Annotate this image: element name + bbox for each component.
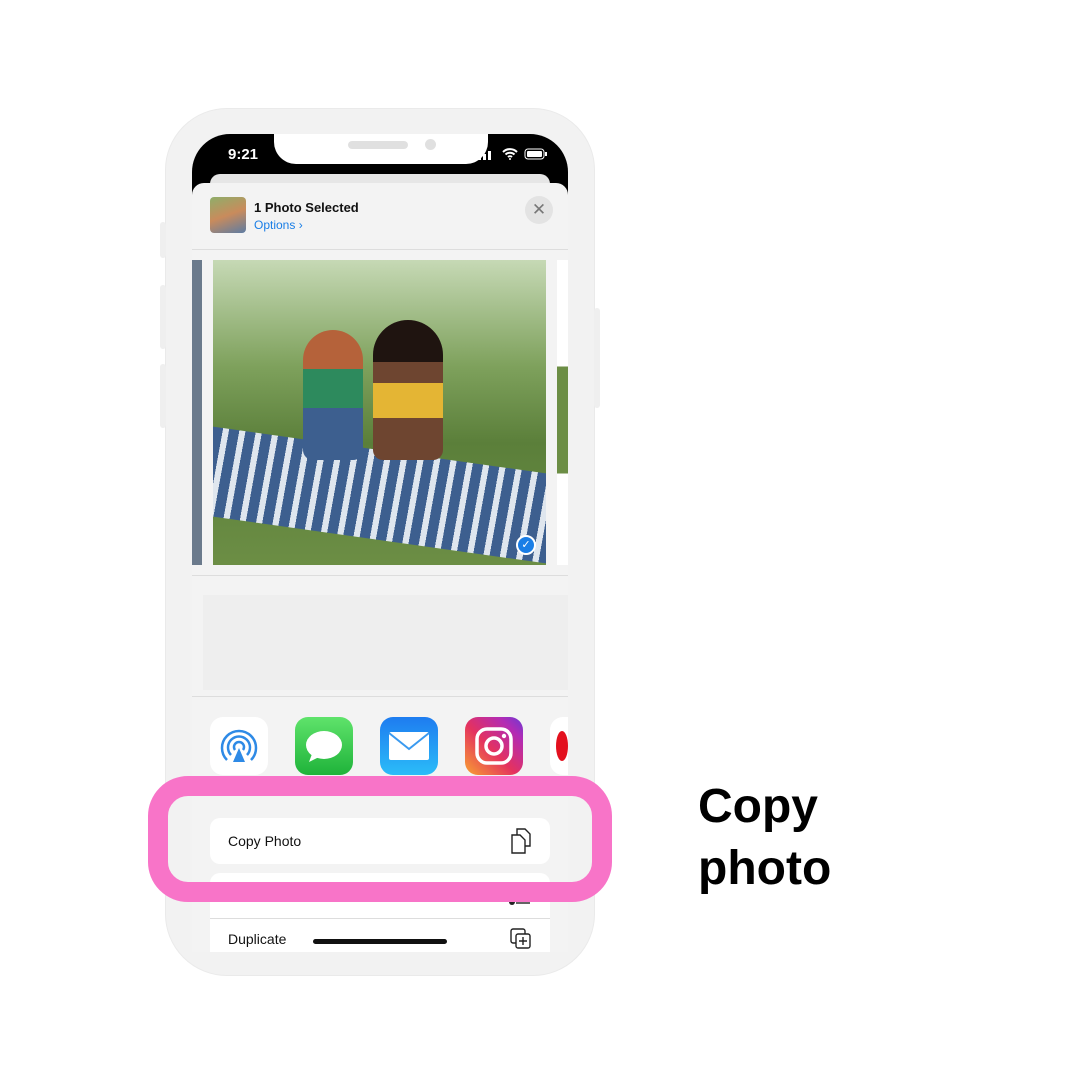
volume-up-button: [160, 285, 166, 349]
caption: Copy photo: [698, 780, 832, 895]
partial-app-icon[interactable]: [550, 717, 568, 775]
status-time: 9:21: [228, 146, 259, 163]
instagram-icon[interactable]: [465, 717, 523, 775]
photo-thumbnail: [210, 197, 246, 233]
mail-icon[interactable]: [380, 717, 438, 775]
sheet-title: 1 Photo Selected: [254, 200, 359, 215]
suggestions-area: [203, 595, 568, 690]
wifi-icon: [502, 148, 518, 160]
selected-photo[interactable]: ✓: [213, 260, 546, 565]
options-link[interactable]: Options ›: [254, 218, 303, 232]
divider: [192, 575, 568, 576]
divider: [192, 249, 568, 250]
power-button: [594, 308, 600, 408]
app-row: [210, 717, 568, 775]
home-indicator[interactable]: [313, 939, 447, 944]
mute-switch: [160, 222, 166, 258]
status-icons: [478, 148, 548, 160]
close-icon: ✕: [531, 200, 547, 219]
airdrop-icon[interactable]: [210, 717, 268, 775]
messages-icon[interactable]: [295, 717, 353, 775]
camera: [425, 139, 436, 150]
divider: [192, 696, 568, 697]
signal-icon: [478, 150, 491, 160]
selected-check-icon: ✓: [516, 535, 536, 555]
close-button[interactable]: ✕: [525, 196, 553, 224]
photo-person: [373, 320, 443, 460]
volume-down-button: [160, 364, 166, 428]
previous-photo[interactable]: [192, 260, 202, 565]
next-photo[interactable]: [557, 260, 568, 565]
action-label: Duplicate: [228, 931, 287, 947]
duplicate-action[interactable]: Duplicate: [210, 919, 550, 952]
duplicate-icon: [510, 928, 531, 949]
speaker: [348, 141, 408, 149]
photo-person: [303, 330, 363, 460]
notch: [274, 134, 488, 164]
highlight-outline: [148, 776, 612, 902]
battery-icon: [524, 148, 547, 160]
